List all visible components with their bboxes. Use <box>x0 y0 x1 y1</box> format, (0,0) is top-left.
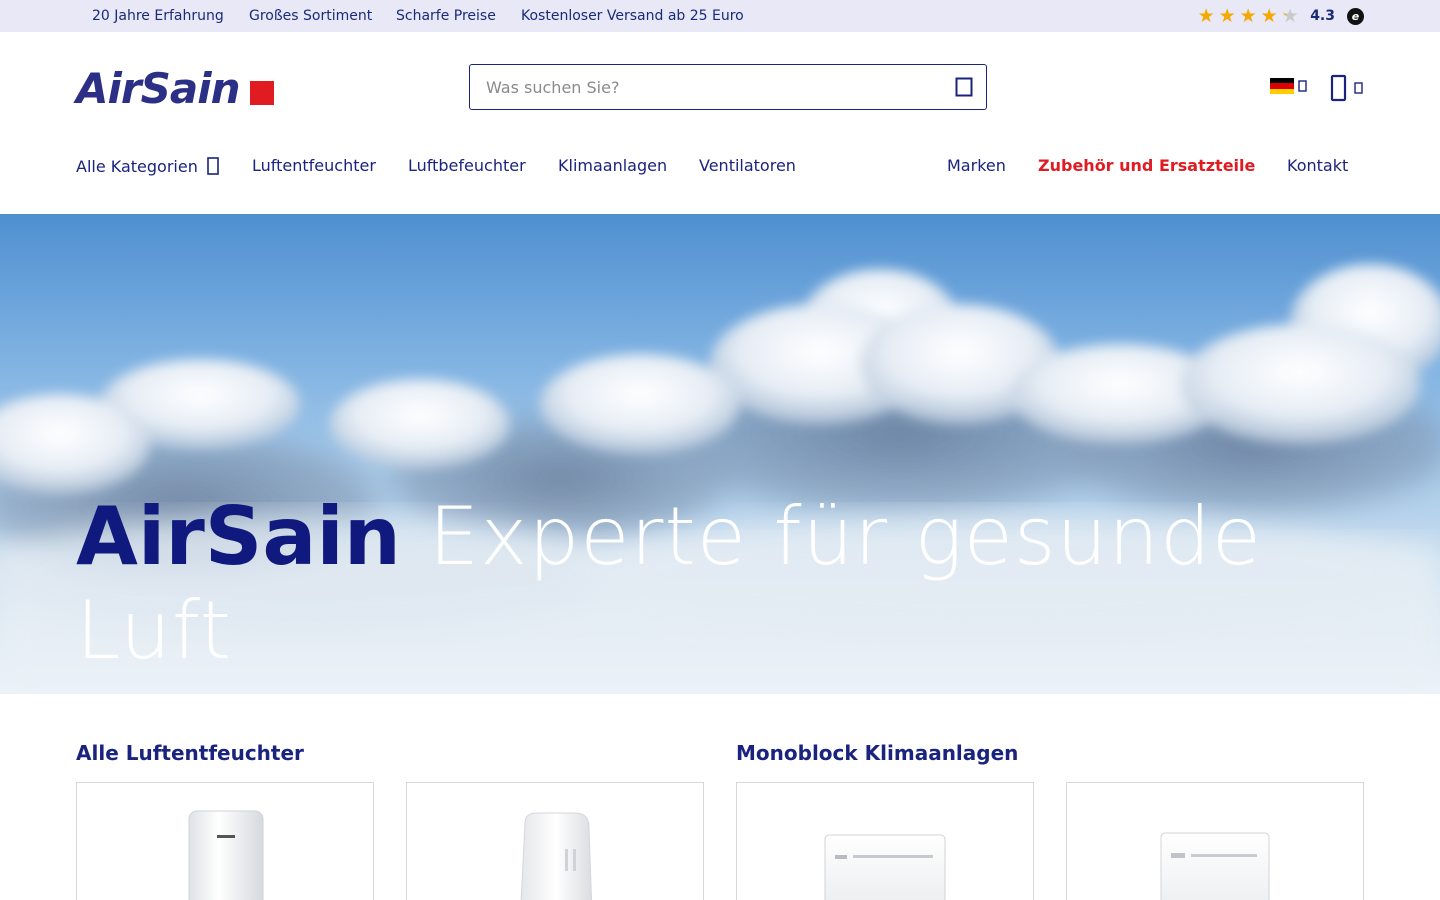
cart-button[interactable] <box>1330 74 1364 102</box>
rating-stars: ★ ★ ★ ★ ★ <box>1196 6 1300 26</box>
nav-accessories[interactable]: Zubehör und Ersatzteile <box>1038 156 1255 175</box>
section-title-dehumidifiers[interactable]: Alle Luftentfeuchter <box>76 741 304 765</box>
nav-all-categories[interactable]: Alle Kategorien <box>76 156 220 176</box>
usp-experience: 20 Jahre Erfahrung <box>92 8 224 24</box>
nav-brands[interactable]: Marken <box>947 156 1006 175</box>
dehumidifier-image <box>188 810 264 900</box>
logo-text: AirSain <box>76 63 241 113</box>
usp-assortment: Großes Sortiment <box>249 8 373 24</box>
logo-square-icon <box>249 81 274 105</box>
search-bar <box>469 64 987 110</box>
site-logo[interactable]: AirSain <box>76 63 274 113</box>
search-icon[interactable] <box>954 76 976 98</box>
usp-prices: Scharfe Preise <box>396 8 496 24</box>
star-icon: ★ <box>1197 5 1215 27</box>
germany-flag-icon <box>1270 78 1294 94</box>
nav-label: Alle Kategorien <box>76 156 198 176</box>
product-card[interactable] <box>76 782 374 900</box>
nav-contact[interactable]: Kontakt <box>1287 156 1348 175</box>
nav-air-conditioners[interactable]: Klimaanlagen <box>558 156 667 175</box>
language-selector[interactable] <box>1270 78 1308 94</box>
usp-shipping: Kostenloser Versand ab 25 Euro <box>521 8 744 24</box>
rating-value: 4.3 <box>1310 8 1335 24</box>
trusted-shops-badge-icon: e <box>1347 7 1364 25</box>
chevron-down-icon <box>1298 80 1307 92</box>
star-icon: ★ <box>1281 5 1299 27</box>
top-bar: 20 Jahre Erfahrung Großes Sortiment Scha… <box>0 0 1440 32</box>
air-conditioner-image <box>824 834 946 900</box>
search-input[interactable] <box>486 65 946 109</box>
hero-brand: AirSain <box>76 490 401 583</box>
product-card[interactable] <box>406 782 704 900</box>
product-card[interactable] <box>736 782 1034 900</box>
air-conditioner-image <box>1160 832 1270 900</box>
star-icon: ★ <box>1218 5 1236 27</box>
nav-fans[interactable]: Ventilatoren <box>699 156 796 175</box>
section-title-air-conditioners[interactable]: Monoblock Klimaanlagen <box>736 741 1018 765</box>
product-card[interactable] <box>1066 782 1364 900</box>
nav-humidifiers[interactable]: Luftbefeuchter <box>408 156 526 175</box>
hero-banner: AirSain Experte für gesunde Luft <box>0 214 1440 694</box>
dehumidifier-image <box>520 812 593 900</box>
star-icon: ★ <box>1239 5 1257 27</box>
trusted-shops-rating[interactable]: ★ ★ ★ ★ ★ 4.3 e <box>1196 5 1364 27</box>
cart-icon <box>1330 74 1347 102</box>
chevron-down-icon <box>207 157 219 175</box>
star-icon: ★ <box>1260 5 1278 27</box>
hero-headline: AirSain Experte für gesunde Luft <box>76 490 1316 678</box>
chevron-down-icon <box>1354 82 1363 94</box>
nav-dehumidifiers[interactable]: Luftentfeuchter <box>252 156 376 175</box>
